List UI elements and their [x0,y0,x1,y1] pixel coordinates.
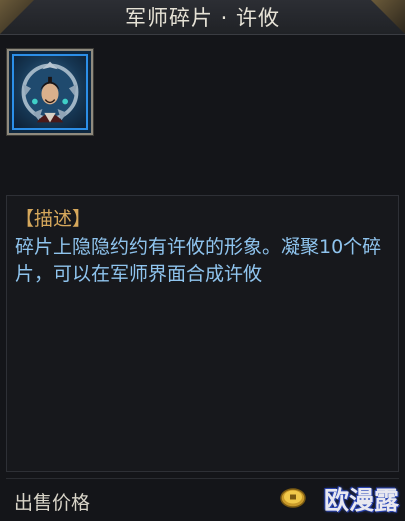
window-title: 军师碎片 · 许攸 [124,6,281,30]
title-corner-ornament-left [0,0,34,34]
item-icon-frame[interactable] [7,49,93,135]
title-corner-ornament-right [371,0,405,34]
description-heading: 【描述】 [15,208,92,230]
sell-price-label: 出售价格 [14,492,91,514]
gold-coin-icon [280,488,306,508]
xu-you-portrait-icon [12,54,88,130]
description-panel: 【描述】 碎片上隐隐约约有许攸的形象。凝聚10个碎片，可以在军师界面合成许攸 [6,195,399,472]
title-bar: 军师碎片 · 许攸 [0,0,405,35]
watermark: 欧漫露 [323,486,399,515]
description-text: 碎片上隐隐约约有许攸的形象。凝聚10个碎片，可以在军师界面合成许攸 [15,236,382,285]
portrait-emblem-icon [21,61,79,123]
